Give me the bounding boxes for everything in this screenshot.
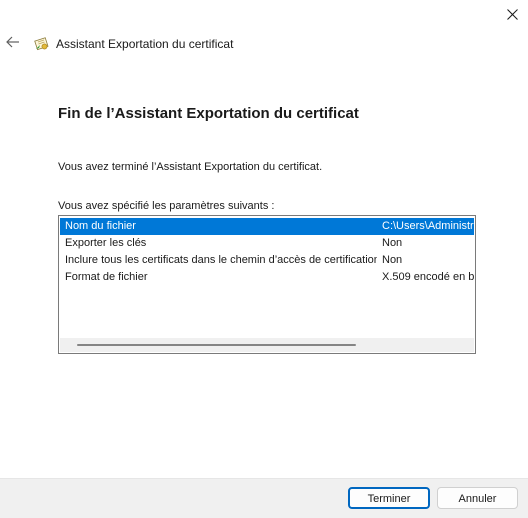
page-heading: Fin de l’Assistant Exportation du certif… [58, 105, 359, 122]
scrollbar-thumb[interactable] [77, 344, 356, 346]
cancel-button[interactable]: Annuler [437, 487, 518, 509]
row-value: C:\Users\Administra [382, 220, 474, 232]
list-row-include-chain[interactable]: Inclure tous les certificats dans le che… [60, 252, 474, 269]
export-wizard-window: Assistant Exportation du certificat Fin … [0, 0, 528, 518]
close-icon [506, 8, 518, 20]
back-arrow-icon [6, 35, 20, 53]
row-value: Non [382, 254, 403, 266]
list-row-export-keys[interactable]: Exporter les clés Non [60, 235, 474, 252]
settings-list-label: Vous avez spécifié les paramètres suivan… [58, 200, 275, 212]
row-value: Non [382, 237, 403, 249]
window-title: Assistant Exportation du certificat [56, 37, 234, 51]
settings-listbox[interactable]: Nom du fichier C:\Users\Administra Expor… [58, 215, 476, 354]
row-name: Inclure tous les certificats dans le che… [65, 254, 377, 266]
row-name: Nom du fichier [65, 220, 136, 232]
settings-rows: Nom du fichier C:\Users\Administra Expor… [60, 218, 474, 286]
row-value: X.509 encodé en ba [382, 271, 474, 283]
finish-button[interactable]: Terminer [348, 487, 430, 509]
certificate-icon [34, 36, 50, 52]
list-row-file-format[interactable]: Format de fichier X.509 encodé en ba [60, 269, 474, 286]
row-name: Format de fichier [65, 271, 148, 283]
wizard-header: Assistant Exportation du certificat [0, 33, 233, 55]
intro-text: Vous avez terminé l’Assistant Exportatio… [58, 161, 323, 173]
button-bar: Terminer Annuler [0, 478, 528, 518]
close-button[interactable] [496, 0, 528, 28]
horizontal-scrollbar[interactable] [60, 338, 474, 352]
back-button[interactable] [2, 33, 24, 55]
list-row-file-name[interactable]: Nom du fichier C:\Users\Administra [60, 218, 474, 235]
row-name: Exporter les clés [65, 237, 147, 249]
